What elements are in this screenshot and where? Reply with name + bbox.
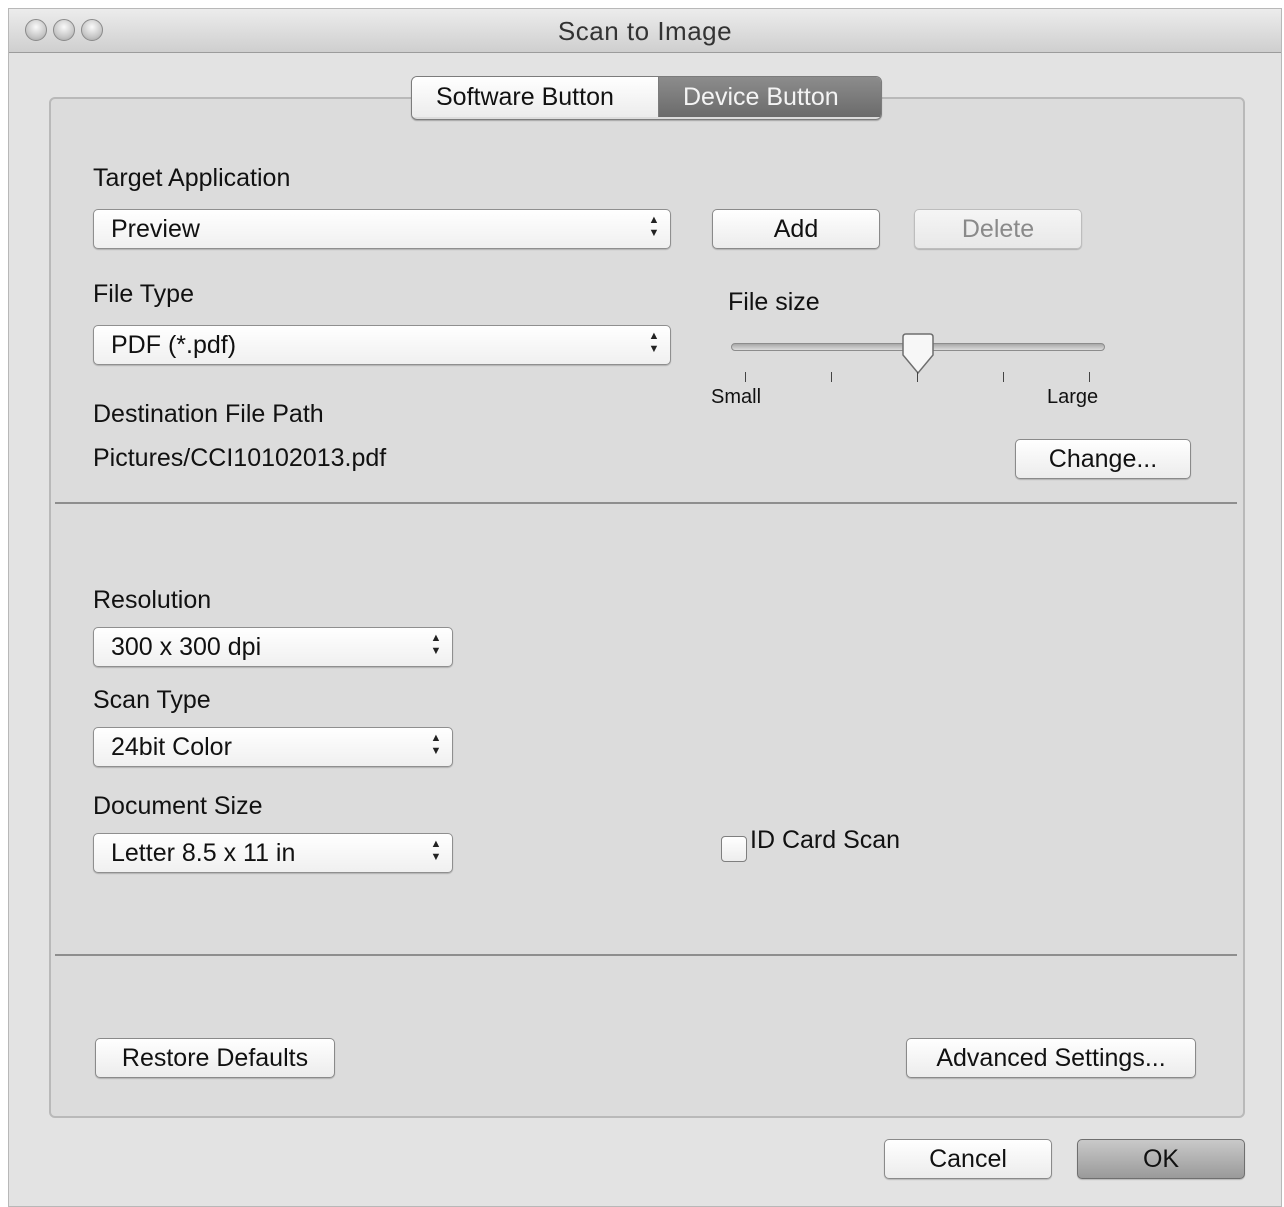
updown-arrows-icon: ▲ ▼ <box>430 632 442 657</box>
file-size-label: File size <box>728 288 820 316</box>
restore-defaults-button[interactable]: Restore Defaults <box>95 1038 335 1078</box>
resolution-label: Resolution <box>93 586 212 614</box>
scan-type-select[interactable]: 24bit Color ▲ ▼ <box>93 727 453 767</box>
change-path-button[interactable]: Change... <box>1015 439 1191 479</box>
delete-button[interactable]: Delete <box>914 209 1082 249</box>
document-size-select[interactable]: Letter 8.5 x 11 in ▲ ▼ <box>93 833 453 873</box>
slider-tick <box>1089 372 1090 382</box>
updown-arrows-icon: ▲ ▼ <box>648 330 660 355</box>
destination-path-value: Pictures/CCI10102013.pdf <box>93 444 387 472</box>
scan-to-image-window: Scan to Image Software Button Device But… <box>8 8 1282 1207</box>
id-card-scan-label[interactable]: ID Card Scan <box>750 826 900 855</box>
scan-type-value: 24bit Color <box>111 733 232 761</box>
settings-panel <box>49 97 1245 1118</box>
file-size-large-label: Large <box>1047 386 1099 408</box>
slider-tick <box>745 372 746 382</box>
file-size-slider-thumb[interactable] <box>900 333 936 375</box>
document-size-label: Document Size <box>93 792 263 820</box>
slider-tick <box>1003 372 1004 382</box>
file-type-label: File Type <box>93 280 194 308</box>
section-divider <box>55 954 1237 956</box>
section-divider <box>55 502 1237 504</box>
file-type-select[interactable]: PDF (*.pdf) ▲ ▼ <box>93 325 671 365</box>
target-application-label: Target Application <box>93 164 291 192</box>
slider-tick <box>831 372 832 382</box>
tab-device-button[interactable]: Device Button <box>659 77 881 117</box>
tab-software-button[interactable]: Software Button <box>412 77 659 117</box>
slider-tick <box>917 372 918 382</box>
updown-arrows-icon: ▲ ▼ <box>648 214 660 239</box>
cancel-button[interactable]: Cancel <box>884 1139 1052 1179</box>
updown-arrows-icon: ▲ ▼ <box>430 838 442 863</box>
window-title: Scan to Image <box>557 16 733 46</box>
title-bar: Scan to Image <box>9 9 1281 53</box>
file-size-small-label: Small <box>711 386 762 408</box>
updown-arrows-icon: ▲ ▼ <box>430 732 442 757</box>
add-button[interactable]: Add <box>712 209 880 249</box>
id-card-scan-checkbox[interactable] <box>721 836 747 862</box>
ok-button[interactable]: OK <box>1077 1139 1245 1179</box>
scan-type-label: Scan Type <box>93 686 211 714</box>
document-size-value: Letter 8.5 x 11 in <box>111 839 296 867</box>
target-application-value: Preview <box>111 215 200 243</box>
resolution-select[interactable]: 300 x 300 dpi ▲ ▼ <box>93 627 453 667</box>
advanced-settings-button[interactable]: Advanced Settings... <box>906 1038 1196 1078</box>
tab-bar: Software Button Device Button <box>411 76 882 120</box>
destination-path-label: Destination File Path <box>93 400 324 428</box>
resolution-value: 300 x 300 dpi <box>111 633 262 661</box>
file-type-value: PDF (*.pdf) <box>111 331 237 359</box>
target-application-select[interactable]: Preview ▲ ▼ <box>93 209 671 249</box>
